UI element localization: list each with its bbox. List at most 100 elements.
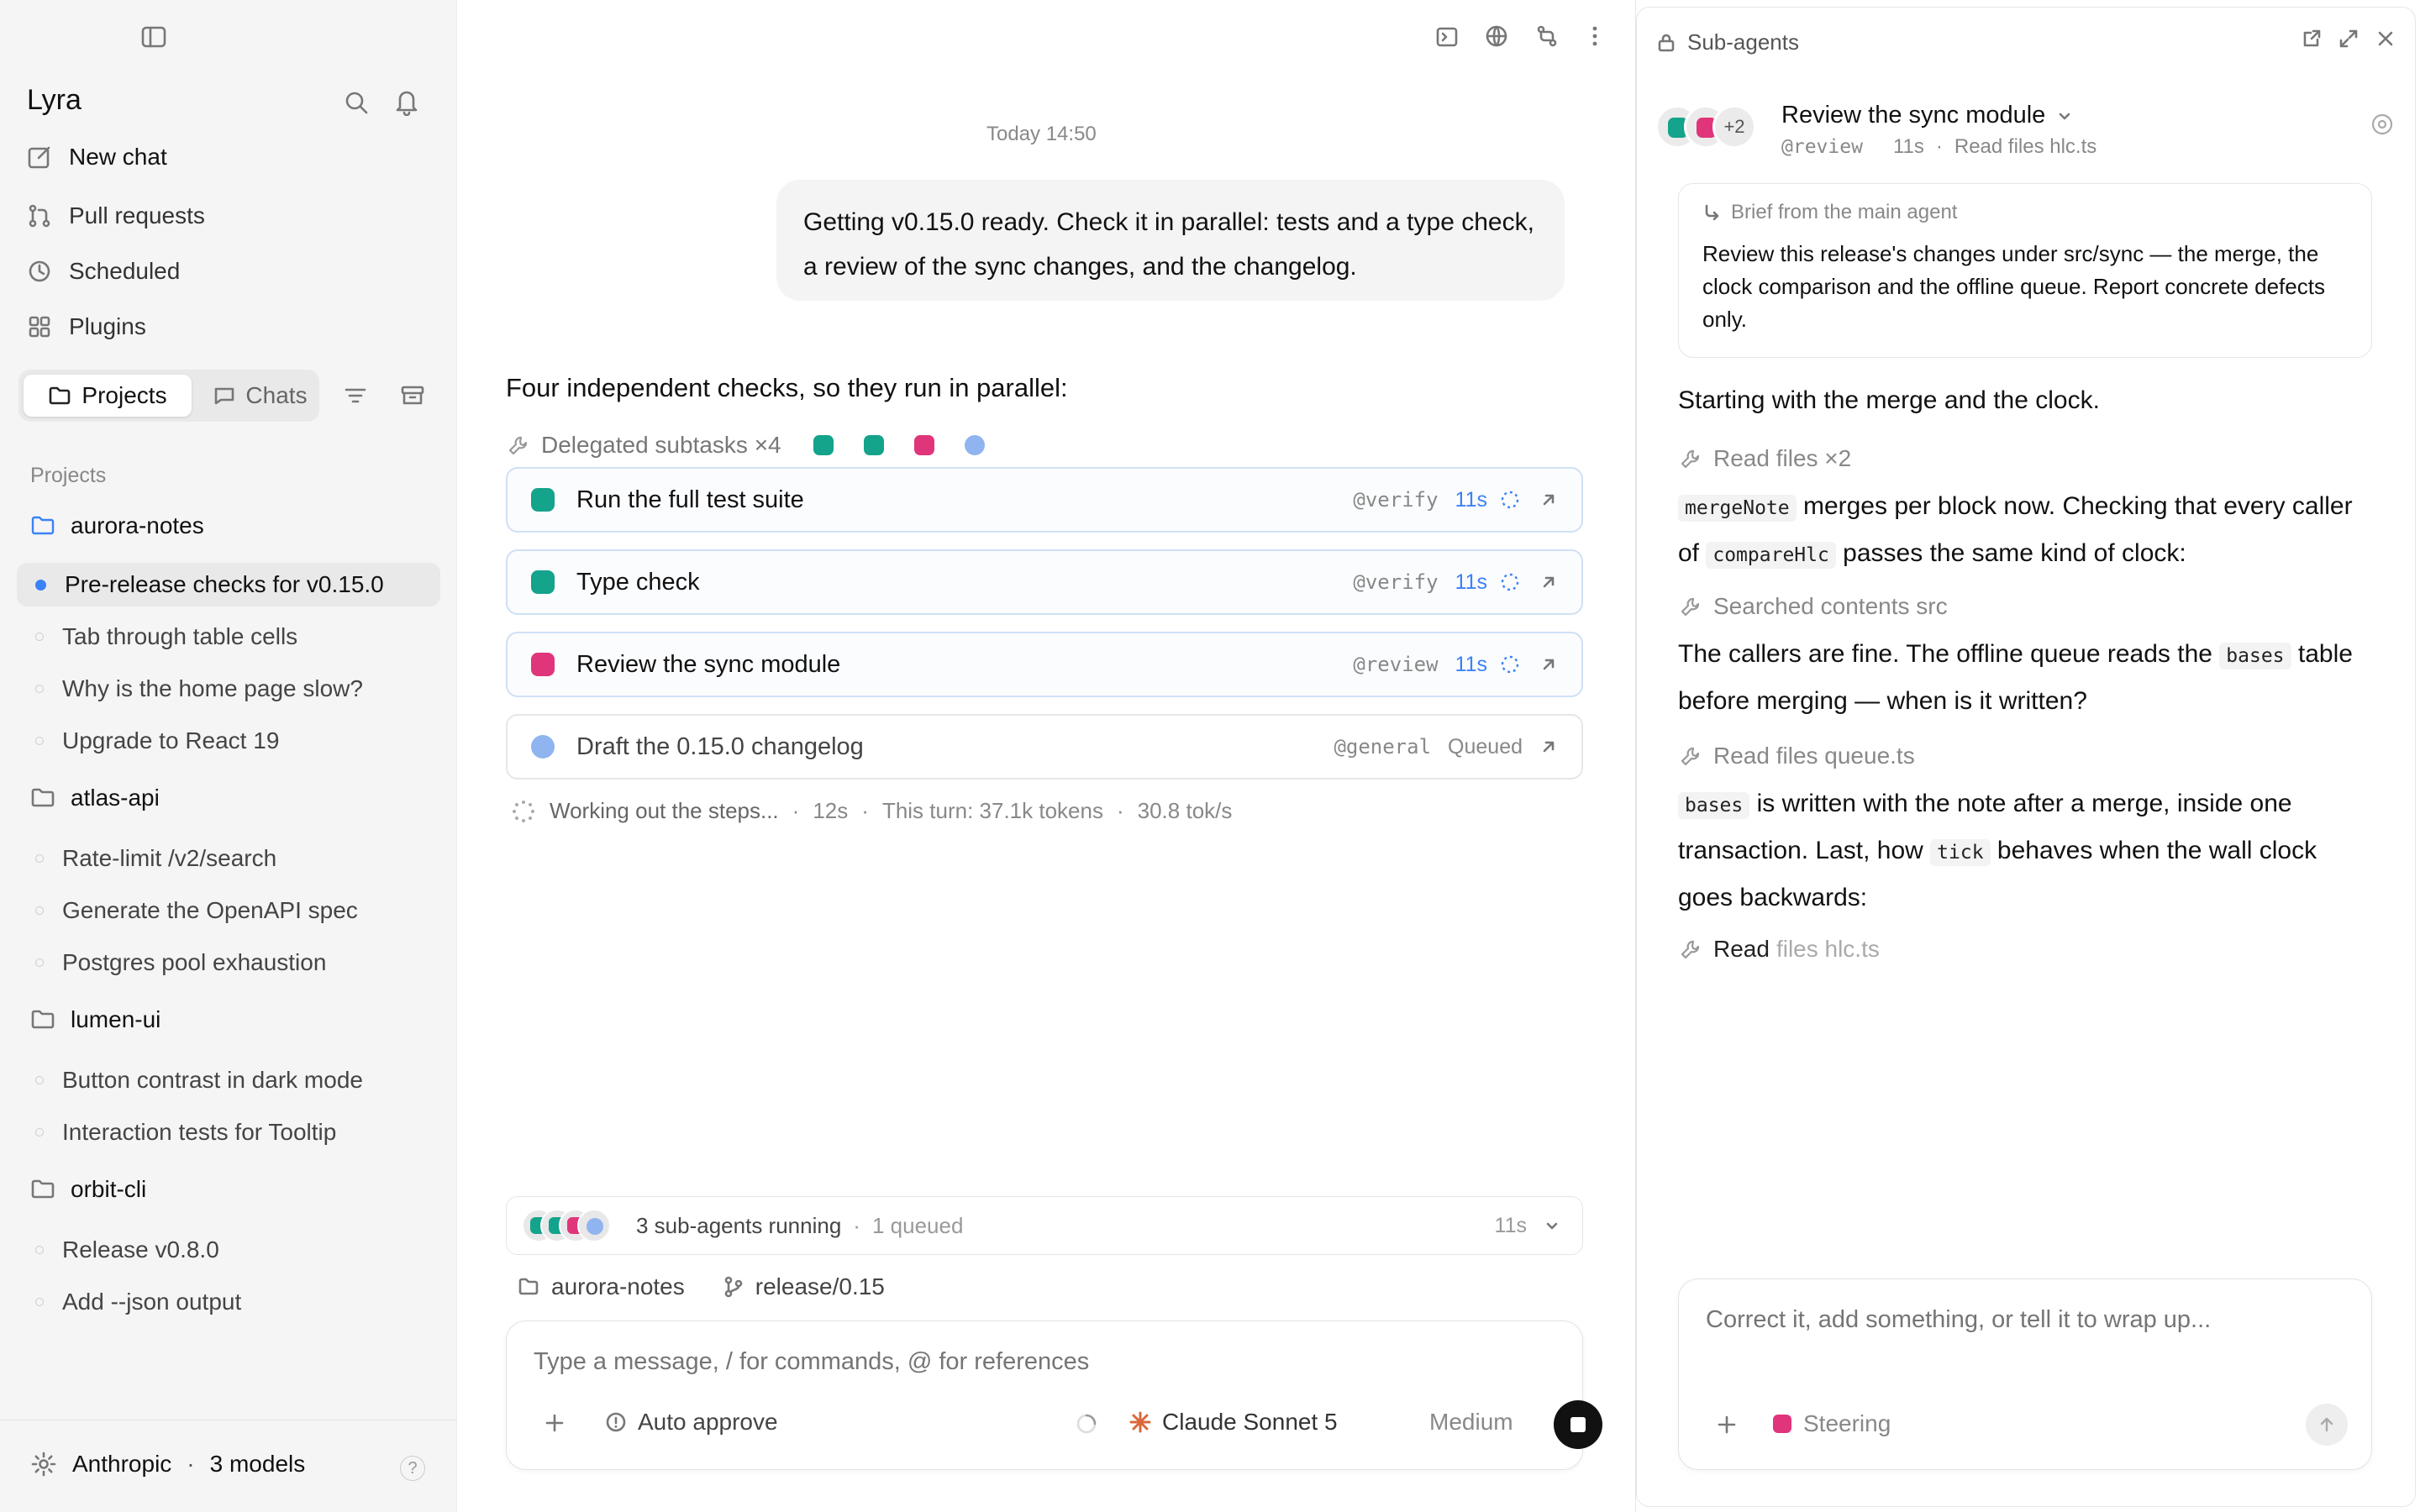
subtask-agent: @verify [1353, 570, 1439, 594]
tool-label: Read files queue.ts [1713, 743, 1915, 769]
open-arrow-icon[interactable] [1539, 491, 1558, 509]
assistant-message: Four independent checks, so they run in … [506, 373, 1068, 402]
subtask-row[interactable]: Review the sync module @review 11s [506, 632, 1583, 697]
toggle-sidebar-icon[interactable] [141, 25, 166, 49]
diff-icon[interactable] [1534, 24, 1560, 49]
project-lumen-ui[interactable]: lumen-ui [30, 1006, 160, 1033]
queued-count: 1 queued [871, 1212, 964, 1238]
help-button[interactable]: ? [400, 1456, 425, 1481]
wrench-icon [1681, 449, 1700, 469]
chat-item[interactable]: Upgrade to React 19 [17, 719, 440, 763]
open-arrow-icon[interactable] [1539, 738, 1558, 756]
models-count: 3 models [209, 1451, 306, 1477]
chat-item[interactable]: Button contrast in dark mode [17, 1058, 440, 1102]
open-arrow-icon[interactable] [1539, 573, 1558, 591]
subtask-agent: @general [1334, 735, 1432, 759]
agent-avatar-verify [813, 435, 834, 455]
avatar [577, 1209, 611, 1242]
provider-settings[interactable]: Anthropic · 3 models [30, 1451, 305, 1478]
folder-icon [50, 386, 71, 405]
chat-dot [35, 958, 44, 967]
tab-projects[interactable]: Projects [24, 375, 192, 417]
chat-item[interactable]: Interaction tests for Tooltip [17, 1110, 440, 1154]
nav-new-chat-label: New chat [69, 144, 167, 170]
tool-call[interactable]: Read files ×2 [1680, 445, 1851, 472]
chat-item[interactable]: Rate-limit /v2/search [17, 837, 440, 880]
tool-call[interactable]: Read files queue.ts [1680, 743, 1915, 769]
bell-icon[interactable] [393, 87, 420, 116]
arrow-up-icon [2320, 1417, 2333, 1432]
close-icon[interactable] [2375, 28, 2396, 50]
nav-pull-requests[interactable]: Pull requests [27, 197, 205, 234]
branch-selector[interactable]: release/0.15 [755, 1273, 885, 1300]
separator-dot: · [861, 798, 869, 823]
chat-item[interactable]: Why is the home page slow? [17, 667, 440, 711]
target-icon[interactable] [2370, 112, 2395, 137]
chat-dot [35, 1298, 44, 1306]
subagents-running-bar[interactable]: 3 sub-agents running · 1 queued 11s [506, 1196, 1583, 1255]
chat-title: Button contrast in dark mode [62, 1067, 363, 1093]
stop-button[interactable] [1554, 1400, 1602, 1449]
search-icon[interactable] [343, 89, 370, 116]
open-external-icon[interactable] [2301, 28, 2323, 50]
add-attachment-icon[interactable] [544, 1412, 566, 1434]
agent-paragraph: Starting with the merge and the clock. [1678, 386, 2100, 414]
tab-chats[interactable]: Chats [202, 375, 319, 417]
project-aurora-notes[interactable]: aurora-notes [30, 512, 204, 539]
tool-call-active[interactable]: Read files hlc.ts [1680, 936, 1880, 963]
expand-icon[interactable] [2338, 28, 2360, 50]
agent-avatar-general [964, 435, 985, 455]
more-options-icon[interactable] [1590, 24, 1600, 49]
chat-item[interactable]: Postgres pool exhaustion [17, 941, 440, 984]
chat-title: Why is the home page slow? [62, 675, 363, 701]
chat-item[interactable]: Generate the OpenAPI spec [17, 889, 440, 932]
inline-code: bases [1678, 792, 1750, 819]
plugins-icon [29, 316, 50, 338]
view-toggle: Projects Chats [18, 370, 319, 422]
steering-target[interactable]: Steering [1773, 1410, 1891, 1437]
nav-new-chat[interactable]: New chat [27, 139, 167, 176]
chat-item-active[interactable]: Pre-release checks for v0.15.0 [17, 563, 440, 606]
add-attachment-icon[interactable] [1716, 1414, 1738, 1436]
globe-icon[interactable] [1484, 24, 1509, 49]
agent-selector[interactable]: Review the sync module [1781, 102, 2072, 129]
chat-item[interactable]: Release v0.8.0 [17, 1228, 440, 1272]
filter-icon[interactable] [343, 383, 368, 408]
chat-dot [35, 1246, 44, 1254]
working-status: Working out the steps... · 12s · This tu… [511, 798, 1232, 824]
inline-code: compareHlc [1706, 542, 1836, 569]
terminal-icon[interactable] [1435, 25, 1459, 49]
auto-approve-toggle[interactable]: Auto approve [604, 1409, 778, 1436]
subtask-row-queued[interactable]: Draft the 0.15.0 changelog @general Queu… [506, 714, 1583, 780]
nav-plugins[interactable]: Plugins [27, 308, 146, 345]
nav-pull-requests-label: Pull requests [69, 202, 205, 228]
chat-item[interactable]: Tab through table cells [17, 615, 440, 659]
project-orbit-cli[interactable]: orbit-cli [30, 1176, 146, 1203]
effort-selector[interactable]: Medium [1429, 1409, 1513, 1436]
separator-dot: · [1935, 135, 1943, 158]
tab-projects-label: Projects [82, 382, 167, 408]
folder-icon [518, 1278, 539, 1295]
agent-avatar-verify [531, 488, 555, 512]
open-arrow-icon[interactable] [1539, 655, 1558, 674]
steering-input[interactable] [1706, 1301, 2344, 1338]
message-input[interactable] [534, 1343, 1542, 1380]
tool-label: Read files ×2 [1713, 445, 1852, 471]
project-name: lumen-ui [71, 1006, 161, 1032]
subtask-agent: @review [1353, 653, 1439, 676]
subtask-row[interactable]: Run the full test suite @verify 11s [506, 467, 1583, 533]
send-button[interactable] [2306, 1404, 2348, 1446]
project-selector[interactable]: aurora-notes [551, 1273, 685, 1300]
spinner-icon [1501, 491, 1519, 509]
chat-item[interactable]: Add --json output [17, 1280, 440, 1324]
subtask-row[interactable]: Type check @verify 11s [506, 549, 1583, 615]
nav-scheduled-label: Scheduled [69, 258, 181, 284]
nav-scheduled[interactable]: Scheduled [27, 253, 180, 290]
project-atlas-api[interactable]: atlas-api [30, 785, 160, 811]
text-run: The callers are fine. The offline queue … [1678, 640, 2220, 668]
chat-bubble-icon [215, 387, 234, 405]
tool-call[interactable]: Searched contents src [1680, 593, 1948, 620]
archive-icon[interactable] [400, 383, 425, 408]
pull-request-icon [29, 204, 50, 228]
model-selector[interactable]: Claude Sonnet 5 [1128, 1409, 1338, 1436]
